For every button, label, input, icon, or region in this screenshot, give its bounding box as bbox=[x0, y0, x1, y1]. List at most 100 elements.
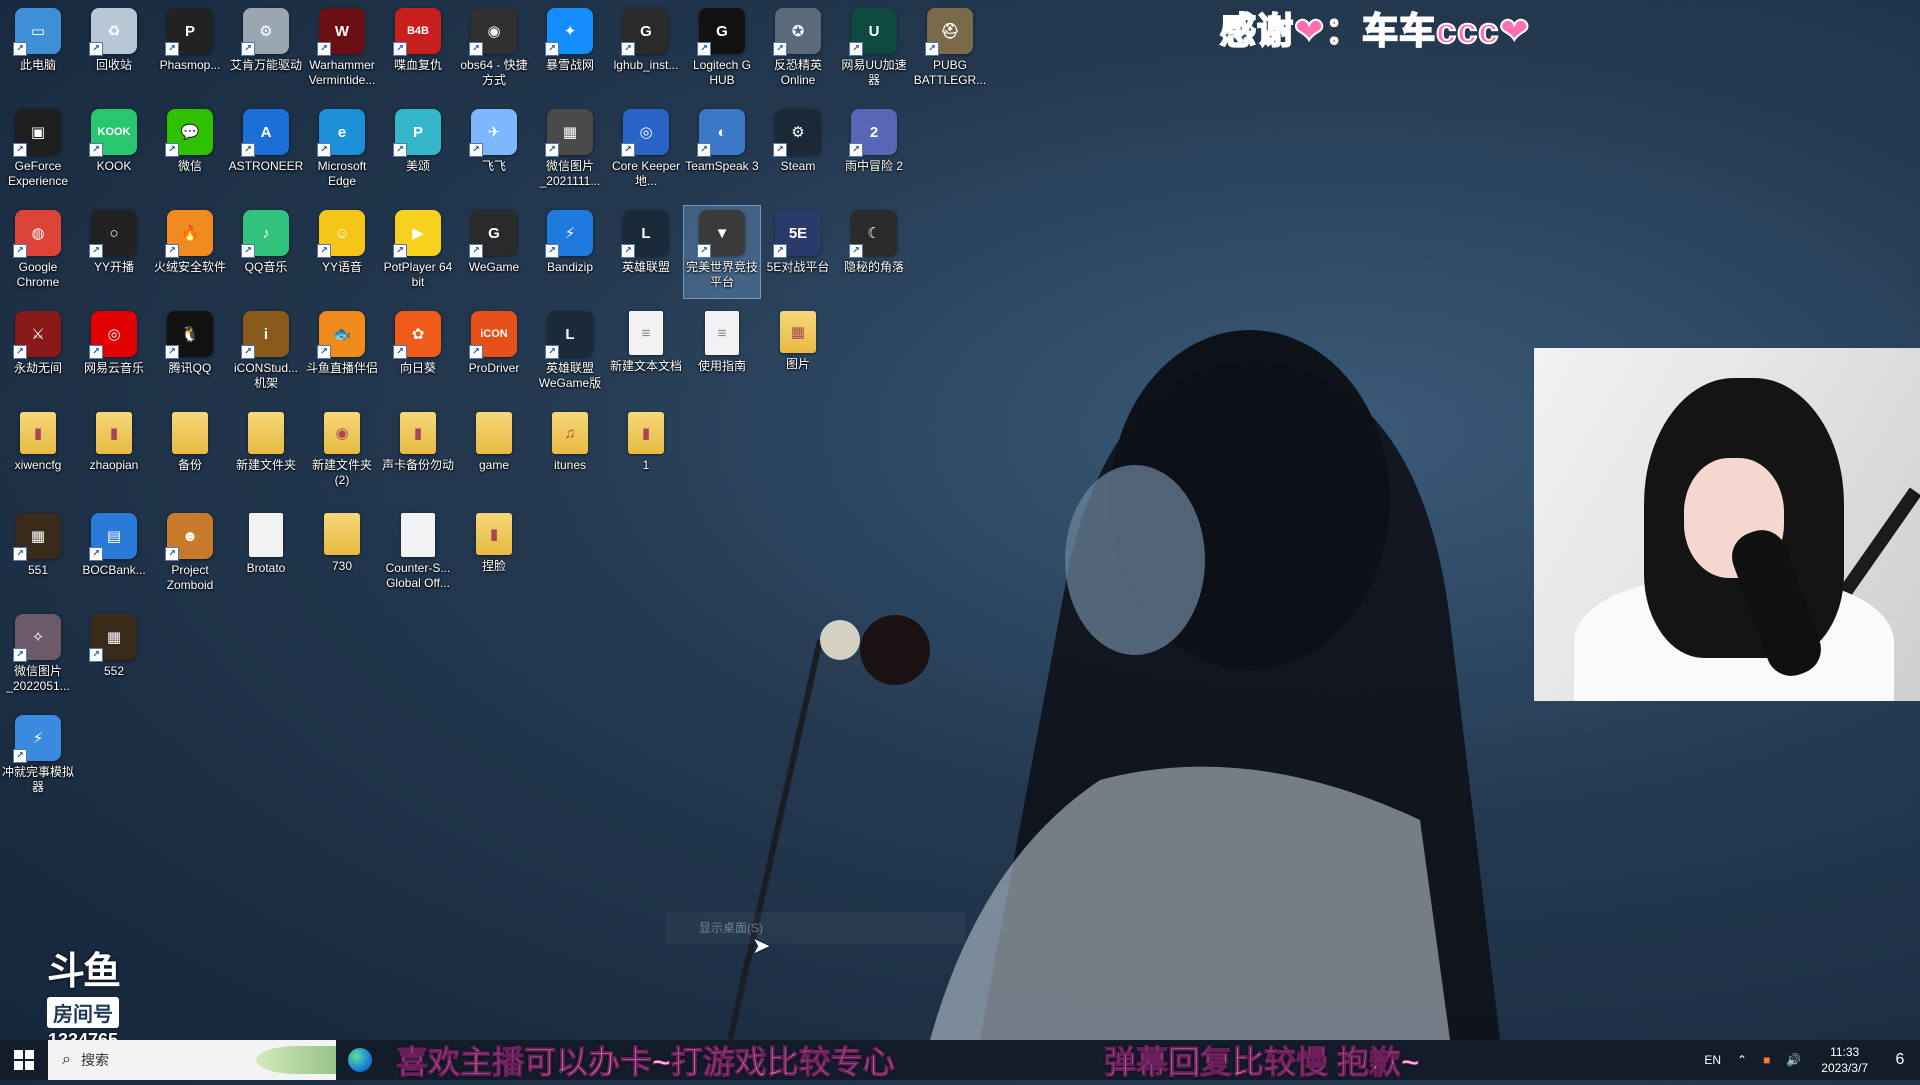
search-highlight-art bbox=[256, 1046, 336, 1074]
shortcut-arrow-icon: ↗ bbox=[317, 143, 331, 157]
start-button[interactable] bbox=[0, 1040, 48, 1080]
shortcut-arrow-icon: ↗ bbox=[469, 143, 483, 157]
desktop-icon[interactable]: ○ ↗ YY开播 bbox=[76, 206, 152, 298]
desktop-icon[interactable]: ▦ 图片 bbox=[760, 307, 836, 399]
desktop-icon[interactable]: 2 ↗ 雨中冒险 2 bbox=[836, 105, 912, 197]
desktop-icon[interactable]: ✪ ↗ 反恐精英Online bbox=[760, 4, 836, 96]
desktop-icon[interactable]: ▤ ↗ BOCBank... bbox=[76, 509, 152, 601]
desktop-icon[interactable]: ☻ ↗ Project Zomboid bbox=[152, 509, 228, 601]
desktop-icon[interactable]: 730 bbox=[304, 509, 380, 601]
desktop-icon[interactable]: ✿ ↗ 向日葵 bbox=[380, 307, 456, 399]
taskbar-edge-button[interactable] bbox=[336, 1040, 384, 1080]
language-indicator[interactable]: EN bbox=[1704, 1053, 1721, 1067]
desktop-icon[interactable]: ◍ ↗ Google Chrome bbox=[0, 206, 76, 298]
desktop-icon[interactable]: ⚡ ↗ 冲就完事模拟器 bbox=[0, 711, 76, 803]
desktop-icon-label: 使用指南 bbox=[697, 359, 746, 373]
desktop-icon[interactable]: ◎ ↗ 网易云音乐 bbox=[76, 307, 152, 399]
desktop-icon[interactable]: W ↗ Warhammer Vermintide... bbox=[304, 4, 380, 96]
desktop-icon[interactable]: 💬 ↗ 微信 bbox=[152, 105, 228, 197]
desktop-icon[interactable]: ✈ ↗ 飞飞 bbox=[456, 105, 532, 197]
image-file-icon: ▦ ↗ bbox=[13, 513, 61, 561]
desktop-icon[interactable]: ♪ ↗ QQ音乐 bbox=[228, 206, 304, 298]
shortcut-arrow-icon: ↗ bbox=[89, 244, 103, 258]
desktop-icon[interactable]: B4B ↗ 喋血复仇 bbox=[380, 4, 456, 96]
desktop-icon[interactable]: ⚙ ↗ 艾肯万能驱动 bbox=[228, 4, 304, 96]
desktop-icon[interactable]: ▦ ↗ 551 bbox=[0, 509, 76, 601]
desktop-icon[interactable]: ▮ xiwencfg bbox=[0, 408, 76, 500]
desktop-icon[interactable]: 🐧 ↗ 腾讯QQ bbox=[152, 307, 228, 399]
folder-icon bbox=[248, 412, 284, 454]
shortcut-arrow-icon: ↗ bbox=[13, 749, 27, 763]
icon-glyph: L bbox=[641, 224, 651, 242]
desktop-icon[interactable]: ▮ zhaopian bbox=[76, 408, 152, 500]
show-desktop-hint[interactable]: 显示桌面(S) bbox=[665, 912, 965, 944]
desktop-icon[interactable]: ▶ ↗ PotPlayer 64 bit bbox=[380, 206, 456, 298]
desktop-icon[interactable]: ⚙ ↗ Steam bbox=[760, 105, 836, 197]
desktop-icon[interactable]: ✧ ↗ 微信图片_2022051... bbox=[0, 610, 76, 702]
desktop-icon[interactable]: ♻ ↗ 回收站 bbox=[76, 4, 152, 96]
desktop-icon[interactable]: U ↗ 网易UU加速器 bbox=[836, 4, 912, 96]
desktop-icon[interactable]: P ↗ 美颂 bbox=[380, 105, 456, 197]
desktop-icon[interactable]: Counter-S... Global Off... bbox=[380, 509, 456, 601]
icon-glyph: ≡ bbox=[717, 324, 727, 342]
douyu-watermark: 斗鱼 房间号 1334765 bbox=[28, 940, 138, 1051]
volume-icon[interactable]: 🔊 bbox=[1786, 1053, 1801, 1067]
desktop-icon[interactable]: game bbox=[456, 408, 532, 500]
desktop-icon[interactable]: ☾ ↗ 隐秘的角落 bbox=[836, 206, 912, 298]
desktop-icon[interactable]: ◉ ↗ obs64 - 快捷方式 bbox=[456, 4, 532, 96]
desktop-icon[interactable]: ≡ 使用指南 bbox=[684, 307, 760, 399]
desktop-icon[interactable]: ☺ ↗ YY语音 bbox=[304, 206, 380, 298]
desktop-icon[interactable]: ◐ ↗ TeamSpeak 3 bbox=[684, 105, 760, 197]
desktop-icon[interactable]: ◎ ↗ Core Keeper 地... bbox=[608, 105, 684, 197]
desktop-icon[interactable]: iCON ↗ ProDriver bbox=[456, 307, 532, 399]
desktop-icon[interactable]: ▼ ↗ 完美世界竞技平台 bbox=[683, 205, 761, 299]
desktop-icon[interactable]: G ↗ Logitech G HUB bbox=[684, 4, 760, 96]
desktop-icon[interactable]: ⚡ ↗ Bandizip bbox=[532, 206, 608, 298]
desktop-icon[interactable]: ▮ 捏脸 bbox=[456, 509, 532, 601]
netease-music-icon: ◎ ↗ bbox=[89, 311, 137, 359]
tray-app-icon[interactable]: ■ bbox=[1763, 1053, 1770, 1067]
desktop-icon[interactable]: 5E ↗ 5E对战平台 bbox=[760, 206, 836, 298]
desktop-icon[interactable]: ♫ itunes bbox=[532, 408, 608, 500]
tray-overflow-chevron-icon[interactable]: ⌃ bbox=[1737, 1053, 1747, 1067]
desktop-icon[interactable]: 🐟 ↗ 斗鱼直播伴侣 bbox=[304, 307, 380, 399]
desktop-icon[interactable]: L ↗ 英雄联盟WeGame版 bbox=[532, 307, 608, 399]
desktop-icon[interactable]: ▮ 声卡备份勿动 bbox=[380, 408, 456, 500]
shortcut-arrow-icon: ↗ bbox=[13, 345, 27, 359]
notification-center-icon[interactable]: 6 bbox=[1880, 1051, 1920, 1069]
desktop-icon[interactable]: L ↗ 英雄联盟 bbox=[608, 206, 684, 298]
icon-glyph: ◍ bbox=[31, 225, 45, 242]
desktop-icon[interactable]: ▦ ↗ 552 bbox=[76, 610, 152, 702]
desktop-icon[interactable]: ▦ ↗ 微信图片_2021111... bbox=[532, 105, 608, 197]
icon-glyph: ◐ bbox=[717, 123, 727, 141]
desktop-icon[interactable]: ▣ ↗ GeForce Experience bbox=[0, 105, 76, 197]
desktop-icon[interactable]: G ↗ WeGame bbox=[456, 206, 532, 298]
desktop-icon[interactable]: ⚔ ↗ 永劫无间 bbox=[0, 307, 76, 399]
desktop-icon[interactable]: ✦ ↗ 暴雪战网 bbox=[532, 4, 608, 96]
desktop-icon[interactable]: ≡ 新建文本文档 bbox=[608, 307, 684, 399]
desktop-icon[interactable]: KOOK ↗ KOOK bbox=[76, 105, 152, 197]
shortcut-arrow-icon: ↗ bbox=[773, 143, 787, 157]
taskbar-clock[interactable]: 11:33 2023/3/7 bbox=[1821, 1044, 1868, 1076]
desktop-icon-label: 网易云音乐 bbox=[83, 361, 144, 375]
desktop-icon[interactable]: 备份 bbox=[152, 408, 228, 500]
desktop-icon[interactable]: ▮ 1 bbox=[608, 408, 684, 500]
desktop-icon[interactable]: A ↗ ASTRONEER bbox=[228, 105, 304, 197]
desktop-icon-label: YY开播 bbox=[93, 260, 134, 274]
desktop-icon[interactable]: i ↗ iCONStud...机架 bbox=[228, 307, 304, 399]
desktop-icon[interactable]: Brotato bbox=[228, 509, 304, 601]
desktop-icon[interactable]: 新建文件夹 bbox=[228, 408, 304, 500]
shortcut-arrow-icon: ↗ bbox=[89, 345, 103, 359]
taskbar-search-box[interactable]: ⌕ 搜索 bbox=[48, 1040, 336, 1080]
huorong-icon: 🔥 ↗ bbox=[165, 210, 213, 258]
desktop-icon[interactable]: ◉ 新建文件夹 (2) bbox=[304, 408, 380, 500]
desktop-icon[interactable]: G ↗ lghub_inst... bbox=[608, 4, 684, 96]
desktop-icon[interactable]: ⛑ ↗ PUBG BATTLEGR... bbox=[912, 4, 988, 96]
desktop-icon[interactable]: 🔥 ↗ 火绒安全软件 bbox=[152, 206, 228, 298]
icon-glyph: ⚡ bbox=[32, 730, 44, 747]
desktop-icon[interactable]: P ↗ Phasmop... bbox=[152, 4, 228, 96]
desktop-icon[interactable]: ▭ ↗ 此电脑 bbox=[0, 4, 76, 96]
shortcut-arrow-icon: ↗ bbox=[317, 42, 331, 56]
desktop-icon-label: 551 bbox=[27, 563, 49, 577]
desktop-icon[interactable]: e ↗ Microsoft Edge bbox=[304, 105, 380, 197]
